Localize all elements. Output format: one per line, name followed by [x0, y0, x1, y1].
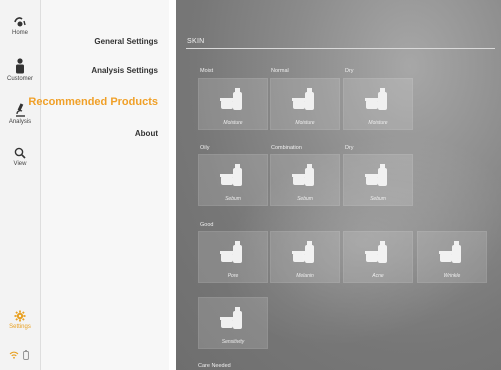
tile-name: Moisture [295, 120, 315, 126]
nav-analysis-label: Analysis [8, 119, 32, 125]
tile-name: Pore [227, 273, 239, 279]
search-icon [14, 147, 26, 159]
nav-settings[interactable]: Settings [0, 310, 40, 330]
nav-customer-label: Customer [6, 76, 33, 82]
tile-name: Moisture [368, 120, 388, 126]
menu-about[interactable]: About [135, 129, 158, 138]
nav-rail: Home Customer Analysis View Settings [0, 0, 41, 370]
product-tile-oily[interactable]: Sebum [198, 154, 268, 206]
home-icon [14, 17, 26, 27]
wifi-icon [9, 351, 19, 359]
product-tile-melanin[interactable]: Melanin [270, 231, 340, 283]
tile-name: Moisture [223, 120, 243, 126]
product-icon [365, 88, 387, 110]
tile-name: Sensitivity [221, 339, 245, 345]
nav-home[interactable]: Home [0, 16, 40, 36]
section-divider [186, 48, 495, 49]
product-icon [365, 164, 387, 186]
tile-name: Melanin [296, 273, 314, 279]
person-icon [16, 58, 24, 74]
status-area [9, 350, 33, 360]
microscope-icon [16, 103, 25, 117]
nav-settings-label: Settings [9, 324, 31, 330]
label-combination: Combination [271, 145, 302, 151]
product-tile-acne[interactable]: Acne [343, 231, 413, 283]
product-tile-dry[interactable]: Moisture [343, 78, 413, 130]
nav-home-label: Home [11, 30, 28, 36]
label-moist: Moist [200, 68, 214, 74]
recommended-products-panel: SKIN Moist Normal Dry Moisture Moisture … [176, 0, 501, 370]
product-tile-pore[interactable]: Pore [198, 231, 268, 283]
gear-icon [14, 310, 26, 322]
label-good: Good [200, 222, 214, 228]
label-normal: Normal [271, 68, 289, 74]
product-tile-combination[interactable]: Sebum [270, 154, 340, 206]
nav-customer[interactable]: Customer [0, 58, 40, 82]
tile-name: Sebum [297, 196, 313, 202]
product-tile-moist[interactable]: Moisture [198, 78, 268, 130]
section-title: SKIN [187, 38, 205, 45]
nav-view[interactable]: View [0, 147, 40, 167]
product-icon [220, 241, 242, 263]
product-tile-dry-oil[interactable]: Sebum [343, 154, 413, 206]
menu-general-settings[interactable]: General Settings [94, 37, 158, 46]
menu-analysis-settings[interactable]: Analysis Settings [91, 66, 158, 75]
product-icon [220, 307, 242, 329]
product-icon [365, 241, 387, 263]
product-icon [220, 88, 242, 110]
product-tile-sensitivity[interactable]: Sensitivity [198, 297, 268, 349]
label-dry: Dry [345, 68, 354, 74]
label-oily: Oily [200, 145, 210, 151]
battery-icon [23, 350, 29, 360]
product-icon [439, 241, 461, 263]
settings-menu: General Settings Analysis Settings Recom… [28, 0, 169, 370]
tile-name: Wrinkle [443, 273, 461, 279]
tile-name: Sebum [370, 196, 386, 202]
label-care-needed: Care Needed [198, 363, 231, 369]
product-icon [292, 241, 314, 263]
nav-view-label: View [13, 161, 27, 167]
product-tile-wrinkle[interactable]: Wrinkle [417, 231, 487, 283]
tile-name: Sebum [225, 196, 241, 202]
product-icon [292, 164, 314, 186]
tile-name: Acne [372, 273, 384, 279]
label-dry-oil: Dry [345, 145, 354, 151]
product-icon [220, 164, 242, 186]
product-tile-normal[interactable]: Moisture [270, 78, 340, 130]
menu-recommended-products[interactable]: Recommended Products [28, 96, 158, 108]
product-icon [292, 88, 314, 110]
